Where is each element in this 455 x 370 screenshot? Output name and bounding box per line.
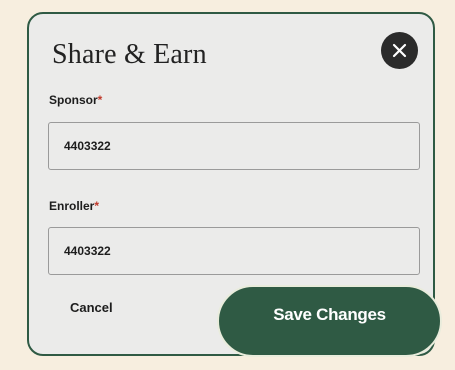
enroller-input[interactable] [48, 227, 420, 275]
enroller-label: Enroller* [49, 199, 99, 213]
sponsor-label: Sponsor* [49, 93, 102, 107]
enroller-label-text: Enroller [49, 199, 95, 213]
close-icon [392, 43, 407, 58]
required-marker: * [94, 199, 100, 213]
modal-title: Share & Earn [52, 39, 207, 70]
save-changes-button[interactable]: Save Changes [217, 285, 442, 357]
close-button[interactable] [381, 32, 418, 69]
sponsor-label-text: Sponsor [49, 93, 98, 107]
sponsor-input[interactable] [48, 122, 420, 170]
required-marker: * [97, 93, 103, 107]
cancel-button[interactable]: Cancel [70, 300, 113, 315]
